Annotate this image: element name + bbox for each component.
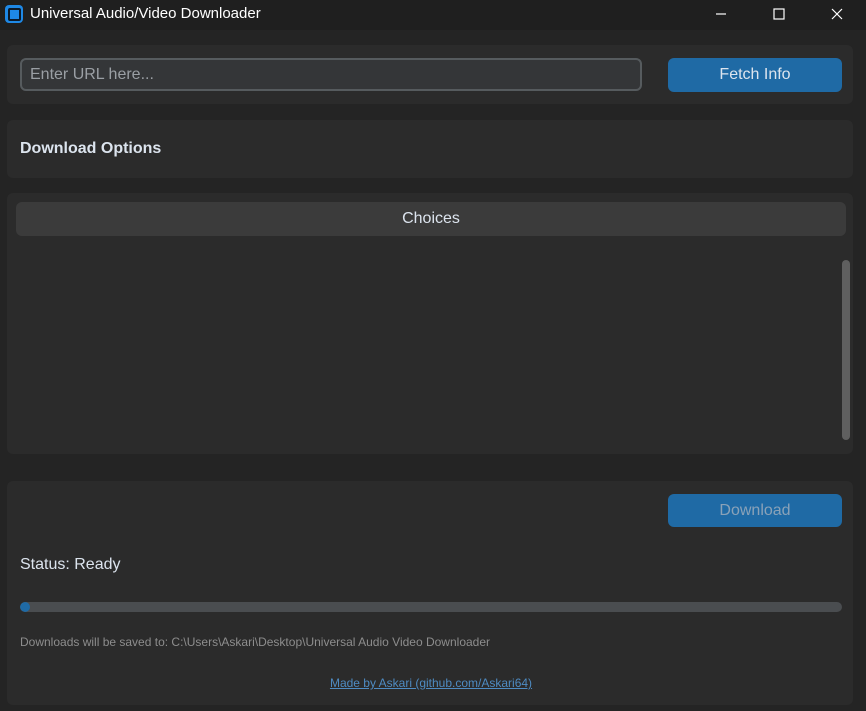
choices-header: Choices [16,202,846,236]
credit-container: Made by Askari (github.com/Askari64) [0,676,862,690]
save-path-label: Downloads will be saved to: C:\Users\Ask… [20,635,491,649]
download-options-heading: Download Options [20,140,162,157]
maximize-button[interactable] [750,0,808,28]
download-button[interactable]: Download [668,494,842,527]
title-bar: Universal Audio/Video Downloader [0,0,866,30]
window-title: Universal Audio/Video Downloader [30,5,261,22]
close-button[interactable] [808,0,866,28]
progress-fill [20,602,30,612]
app-icon [5,5,23,23]
fetch-info-button[interactable]: Fetch Info [668,58,842,92]
status-label: Status: Ready [20,556,121,573]
credit-link[interactable]: Made by Askari (github.com/Askari64) [330,676,532,690]
url-input[interactable] [20,58,642,91]
progress-bar [20,602,842,612]
minimize-button[interactable] [692,0,750,28]
choices-scrollbar[interactable] [842,260,850,440]
close-icon [831,8,843,20]
minimize-icon [716,13,726,15]
maximize-icon [773,8,785,20]
